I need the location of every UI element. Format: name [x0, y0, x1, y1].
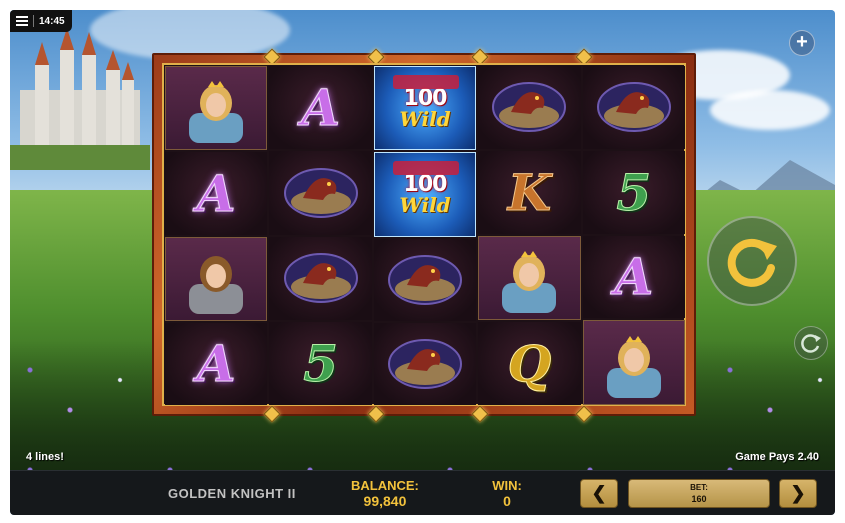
symbol-letter-a: A: [196, 163, 236, 223]
princess-icon: [606, 335, 661, 398]
menu-icon[interactable]: [16, 16, 28, 26]
reel-cell: [582, 66, 686, 149]
bet-decrease-button[interactable]: ❮: [580, 479, 618, 508]
symbol-letter-a: A: [196, 334, 236, 394]
cloud: [710, 90, 830, 130]
symbol-letter-5: 5: [303, 333, 339, 393]
autoplay-button[interactable]: [794, 326, 828, 360]
princess-icon: [502, 250, 557, 313]
reel-cell: A: [165, 152, 268, 235]
princess-icon: [189, 81, 244, 144]
status-bar: 14:45: [10, 10, 72, 32]
reel-4: KQ: [478, 66, 581, 405]
symbol-letter-5: 5: [616, 162, 652, 222]
balance-display: BALANCE: 99,840: [351, 478, 419, 509]
reel-cell: K: [478, 150, 581, 234]
reel-cell: [373, 322, 477, 405]
reel-1: AA: [165, 66, 268, 405]
dragon-icon: [388, 254, 463, 305]
reel-cell: Q: [478, 322, 581, 405]
game-viewport: 14:45 + A A A 5 100 Wild 100 Wild K Q 5 A 4 lines! …: [10, 10, 835, 515]
plus-button[interactable]: +: [789, 30, 815, 56]
reel-cell: 5: [582, 150, 686, 234]
reel-cell: 5: [269, 321, 372, 405]
knight-icon: [189, 255, 244, 314]
reel-cell: A: [269, 66, 372, 150]
reel-cell: [373, 238, 477, 321]
clock-time: 14:45: [39, 15, 65, 27]
bet-label: BET:: [690, 483, 708, 492]
wild-label: Wild: [399, 106, 451, 131]
autoplay-icon: [801, 334, 821, 353]
reel-3: 100 Wild 100 Wild: [373, 66, 477, 405]
win-display: WIN: 0: [487, 478, 527, 509]
reel-2: A5: [269, 66, 372, 405]
symbol-letter-k: K: [507, 162, 552, 222]
reel-cell: [478, 66, 581, 149]
reel-cell: [478, 235, 581, 321]
spin-button[interactable]: [707, 216, 797, 306]
reel-cell: [269, 151, 372, 235]
reel-cell: [269, 236, 372, 320]
wild-banner: [392, 75, 459, 89]
reel-cell: A: [582, 235, 686, 319]
reel-5: 5A: [582, 66, 686, 405]
wild-banner: [392, 161, 459, 176]
divider: [33, 15, 34, 27]
reel-cell: 100 Wild: [373, 66, 477, 151]
reels-grid: A A A 5 100 Wild 100 Wild K Q 5 A: [165, 66, 686, 405]
bet-display: BET: 160: [628, 479, 770, 508]
dragon-icon: [596, 82, 671, 133]
bet-increase-button[interactable]: ❯: [779, 479, 817, 508]
symbol-letter-a: A: [614, 247, 654, 307]
game-pays-text: Game Pays 2.40: [735, 451, 819, 463]
symbol-letter-q: Q: [507, 334, 552, 394]
dragon-icon: [283, 167, 358, 218]
slot-machine-frame: A A A 5 100 Wild 100 Wild K Q 5 A: [152, 48, 696, 423]
game-title: GOLDEN KNIGHT II: [168, 486, 296, 501]
dragon-icon: [283, 253, 358, 304]
castle-illustration: [10, 28, 150, 170]
lines-won-text: 4 lines!: [26, 451, 64, 463]
balance-value: 99,840: [363, 493, 407, 509]
reel-cell: [165, 66, 268, 151]
spin-arrow-icon: [727, 238, 777, 287]
reel-window: A A A 5 100 Wild 100 Wild K Q 5 A: [162, 63, 686, 406]
reel-cell: 100 Wild: [373, 152, 477, 237]
wild-label: Wild: [399, 192, 451, 217]
reel-cell: [582, 320, 686, 405]
symbol-letter-a: A: [301, 78, 341, 138]
reel-cell: [165, 236, 268, 321]
bet-value: 160: [691, 494, 707, 504]
reel-cell: A: [165, 322, 268, 405]
win-label: WIN:: [492, 478, 522, 493]
dragon-icon: [492, 82, 567, 133]
balance-label: BALANCE:: [351, 478, 419, 493]
win-value: 0: [503, 493, 511, 509]
bottom-bar: GOLDEN KNIGHT II BALANCE: 99,840 WIN: 0 …: [10, 470, 835, 515]
dragon-icon: [388, 338, 463, 389]
